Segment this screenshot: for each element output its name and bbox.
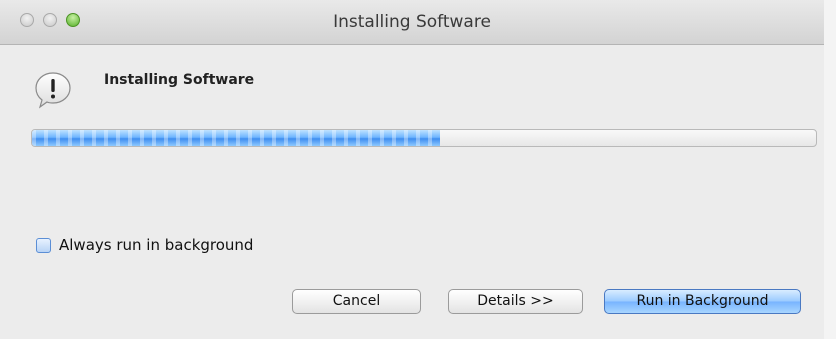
progress-fill <box>32 130 440 146</box>
always-run-background-checkbox[interactable] <box>36 237 51 253</box>
install-dialog-window: Installing Software Installing Software … <box>0 0 824 339</box>
cancel-button[interactable]: Cancel <box>292 289 421 314</box>
title-bar: Installing Software <box>0 0 824 45</box>
checkbox-label: Always run in background <box>59 236 254 254</box>
run-in-background-button[interactable]: Run in Background <box>604 289 801 314</box>
always-run-background-option[interactable]: Always run in background <box>36 235 253 255</box>
alert-icon <box>35 72 71 109</box>
install-progress-bar <box>31 129 817 147</box>
details-button[interactable]: Details >> <box>448 289 583 314</box>
window-title: Installing Software <box>333 12 491 32</box>
dialog-heading: Installing Software <box>104 72 255 88</box>
